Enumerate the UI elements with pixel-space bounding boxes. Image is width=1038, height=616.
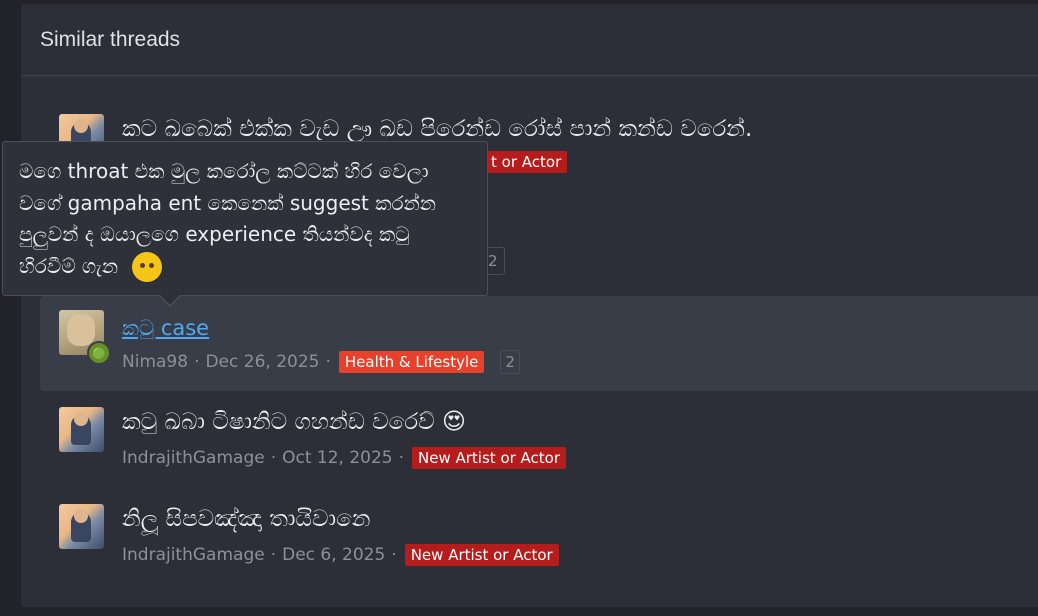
user-badge-icon: 🟢 — [87, 341, 111, 365]
thread-author[interactable]: Nima98 — [122, 352, 188, 372]
avatar[interactable] — [59, 407, 104, 452]
thread-meta: Nima98 · Dec 26, 2025 · Health & Lifesty… — [122, 350, 520, 374]
meta-separator: · — [391, 545, 397, 565]
thread-date[interactable]: Oct 12, 2025 — [282, 448, 393, 468]
thread-row[interactable]: 🟢 කටු case Nima98 · Dec 26, 2025 · Healt… — [40, 296, 1038, 391]
thread-title[interactable]: කට ඛබෙක් එක්ක වැඩ ඌ ඛඩ පිරෙන්ඩ රෝස් පාන්… — [122, 116, 752, 142]
thread-row[interactable]: කටු ඛබා ටිෂානිට ගහන්ඩ වරෙව් 😍 IndrajithG… — [40, 393, 1038, 488]
reply-count-partial: 2 — [485, 247, 505, 275]
tooltip-text: මගෙ throat එක මුල කරෝල කට්ටක් හිර වෙලා ව… — [19, 159, 437, 278]
teary-smile-emoji-icon — [132, 252, 163, 282]
thread-row[interactable]: නිලූ සිපවඤ්ඤා තායිවානෙ IndrajithGamage ·… — [40, 490, 1038, 585]
thread-tag-partial[interactable]: t or Actor — [485, 151, 568, 173]
tooltip-arrow-inner — [159, 294, 181, 305]
meta-separator: · — [270, 545, 277, 565]
panel-header: Similar threads — [21, 4, 1038, 76]
thread-tag[interactable]: New Artist or Actor — [404, 544, 559, 566]
thread-title[interactable]: කටු ඛබා ටිෂානිට ගහන්ඩ වරෙව් 😍 — [122, 409, 466, 435]
thread-preview-tooltip: මගෙ throat එක මුල කරෝල කට්ටක් හිර වෙලා ව… — [2, 141, 488, 296]
meta-separator: · — [194, 352, 200, 372]
reply-count: 2 — [500, 350, 520, 374]
thread-title[interactable]: නිලූ සිපවඤ්ඤා තායිවානෙ — [122, 506, 370, 532]
meta-separator: · — [325, 352, 331, 372]
thread-author[interactable]: IndrajithGamage — [122, 545, 265, 565]
thread-date[interactable]: Dec 26, 2025 — [205, 352, 319, 372]
thread-author[interactable]: IndrajithGamage — [122, 448, 265, 468]
meta-separator: · — [398, 448, 405, 468]
thread-date[interactable]: Dec 6, 2025 — [282, 545, 385, 565]
meta-separator: · — [270, 448, 277, 468]
thread-meta: IndrajithGamage · Dec 6, 2025 · New Arti… — [122, 544, 559, 566]
thread-meta: IndrajithGamage · Oct 12, 2025 · New Art… — [122, 447, 567, 469]
avatar[interactable] — [59, 504, 104, 549]
panel-title: Similar threads — [40, 27, 181, 51]
thread-tag[interactable]: New Artist or Actor — [412, 447, 567, 469]
thread-title-link[interactable]: කටු case — [122, 316, 209, 341]
thread-title-text: කටු ඛබා ටිෂානිට ගහන්ඩ වරෙව් 😍 — [122, 409, 466, 435]
thread-tag[interactable]: Health & Lifestyle — [338, 351, 485, 373]
